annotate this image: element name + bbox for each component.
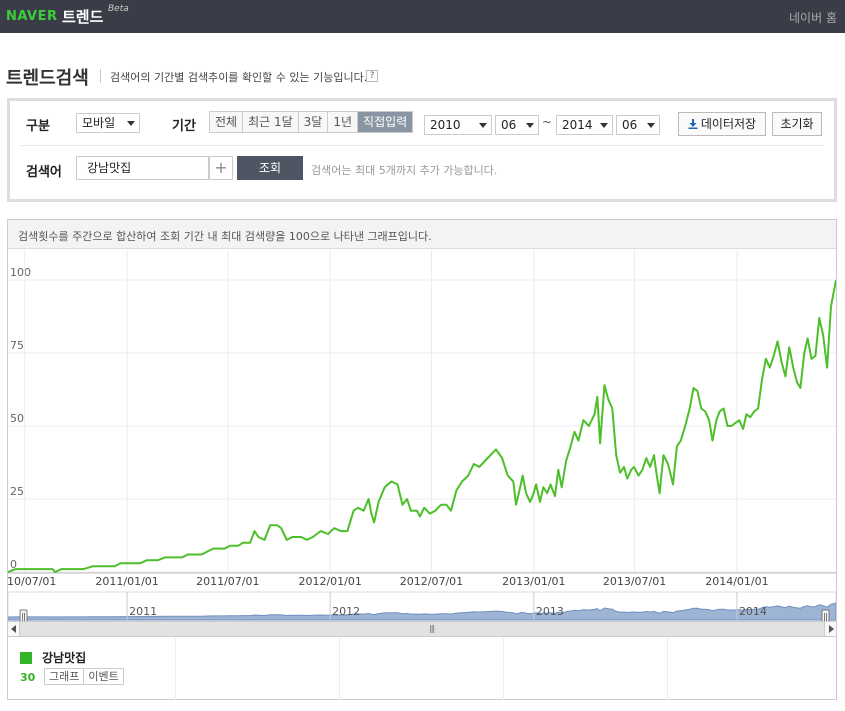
legend-event-button[interactable]: 이벤트 <box>84 669 122 684</box>
x-tick-label: 2012/01/01 <box>298 575 361 588</box>
end-year-select[interactable]: 2014 <box>556 115 613 135</box>
trend-logo[interactable]: 트렌드 <box>62 6 103 27</box>
chart-note-bar: 검색횟수를 주간으로 합산하여 조회 기간 내 최대 검색량을 100으로 나타… <box>8 220 836 249</box>
start-month-select[interactable]: 06 <box>495 115 539 135</box>
legend-column-divider <box>175 638 176 700</box>
x-tick-label: 2013/07/01 <box>603 575 666 588</box>
download-icon <box>688 119 698 129</box>
x-tick-label: 2010/07/01 <box>8 575 56 588</box>
legend-area: 강남맛집 30 그래프 이벤트 <box>8 638 836 700</box>
chevron-down-icon <box>600 123 608 128</box>
reset-button[interactable]: 초기화 <box>772 112 822 136</box>
trend-chart[interactable]: 10075502502010/07/012011/01/012011/07/01… <box>8 250 836 621</box>
keyword-limit-note: 검색어는 최대 5개까지 추가 가능합니다. <box>311 164 498 177</box>
x-tick-label: 2014/01/01 <box>705 575 768 588</box>
top-bar: NAVER 트렌드 Beta 네이버 홈 <box>0 0 845 33</box>
scroll-thumb[interactable]: ||| <box>20 622 824 636</box>
scroll-right-button[interactable] <box>824 622 836 636</box>
add-keyword-button[interactable]: + <box>209 156 233 180</box>
page-title: 트렌드검색 <box>6 68 89 89</box>
range-separator: ~ <box>542 115 553 129</box>
legend-color-swatch[interactable] <box>20 652 32 664</box>
navigator-year-label: 2013 <box>536 605 564 618</box>
grip-icon: ||| <box>429 624 435 633</box>
navigator-handle <box>19 609 28 621</box>
beta-badge: Beta <box>108 4 129 14</box>
chevron-down-icon <box>127 121 135 126</box>
x-tick-label: 2011/01/01 <box>95 575 158 588</box>
page-description: 검색어의 기간별 검색추이를 확인할 수 있는 기능입니다. <box>110 71 368 84</box>
navigator-year-label: 2014 <box>739 605 767 618</box>
period-option-1month[interactable]: 최근 1달 <box>243 112 299 132</box>
y-tick-label: 75 <box>10 339 24 352</box>
start-year-value: 2010 <box>430 118 461 132</box>
chevron-down-icon <box>647 123 655 128</box>
chart-note: 검색횟수를 주간으로 합산하여 조회 기간 내 최대 검색량을 100으로 나타… <box>18 230 432 243</box>
legend-graph-button[interactable]: 그래프 <box>45 669 85 684</box>
legend-column-divider <box>339 638 340 700</box>
device-label: 구분 <box>26 119 50 134</box>
chevron-down-icon <box>479 123 487 128</box>
period-option-3months[interactable]: 3달 <box>298 112 329 132</box>
legend-series-value: 30 <box>20 671 36 684</box>
start-month-value: 06 <box>501 118 517 132</box>
chart-panel: 검색횟수를 주간으로 합산하여 조회 기간 내 최대 검색량을 100으로 나타… <box>7 219 837 700</box>
period-segmented-control: 전체 최근 1달 3달 1년 직접입력 <box>209 111 414 133</box>
naver-home-link[interactable]: 네이버 홈 <box>789 9 837 26</box>
chevron-down-icon <box>526 123 534 128</box>
keyword-input[interactable]: 강남맛집 <box>76 156 209 180</box>
keyword-label: 검색어 <box>26 165 62 180</box>
help-icon[interactable]: ? <box>366 70 378 82</box>
device-select[interactable]: 모바일 <box>76 113 140 133</box>
x-tick-label: 2011/07/01 <box>196 575 259 588</box>
period-label: 기간 <box>172 119 196 134</box>
search-submit-button[interactable]: 조회 <box>237 156 303 180</box>
x-tick-label: 2012/07/01 <box>400 575 463 588</box>
save-data-button[interactable]: 데이터저장 <box>678 112 766 136</box>
period-option-custom[interactable]: 직접입력 <box>358 112 413 132</box>
start-year-select[interactable]: 2010 <box>424 115 492 135</box>
y-tick-label: 100 <box>10 266 31 279</box>
end-month-select[interactable]: 06 <box>616 115 660 135</box>
navigator-handle <box>821 609 830 621</box>
period-option-all[interactable]: 전체 <box>210 112 244 132</box>
search-panel: 구분 모바일 기간 전체 최근 1달 3달 1년 직접입력 2010 06 ~ … <box>7 98 837 202</box>
chart-scrollbar[interactable]: ||| <box>8 621 836 637</box>
device-select-value: 모바일 <box>82 116 116 130</box>
end-year-value: 2014 <box>562 118 593 132</box>
navigator-year-label: 2011 <box>129 605 157 618</box>
save-data-label: 데이터저장 <box>700 117 757 131</box>
legend-toggle-group: 그래프 이벤트 <box>44 668 124 685</box>
x-tick-label: 2013/01/01 <box>502 575 565 588</box>
legend-series-name: 강남맛집 <box>42 651 87 665</box>
panel-divider <box>20 145 823 146</box>
legend-column-divider <box>503 638 504 700</box>
legend-column-divider <box>667 638 668 700</box>
y-tick-label: 25 <box>10 485 24 498</box>
y-tick-label: 50 <box>10 412 24 425</box>
navigator-year-label: 2012 <box>332 605 360 618</box>
scroll-left-button[interactable] <box>8 622 20 636</box>
title-divider <box>100 69 101 83</box>
period-option-1year[interactable]: 1년 <box>328 112 359 132</box>
end-month-value: 06 <box>622 118 638 132</box>
naver-logo[interactable]: NAVER <box>6 9 58 24</box>
